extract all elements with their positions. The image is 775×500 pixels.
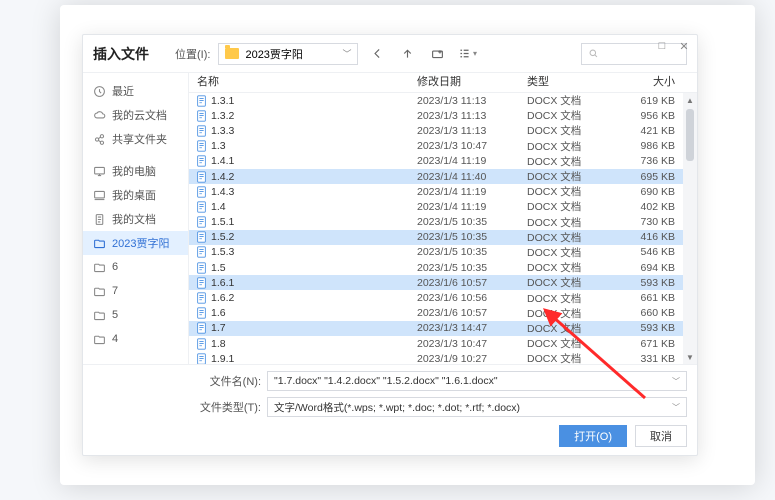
sidebar-item-10[interactable]: 5 (83, 303, 188, 327)
close-icon[interactable]: ✕ (677, 39, 691, 53)
file-row[interactable]: 1.32023/1/3 10:47DOCX 文档986 KB (189, 139, 683, 154)
docx-icon (195, 155, 207, 167)
docx-icon (195, 338, 207, 350)
file-row[interactable]: 1.82023/1/3 10:47DOCX 文档671 KB (189, 336, 683, 351)
scroll-up-icon[interactable]: ▲ (686, 93, 694, 107)
file-row[interactable]: 1.52023/1/5 10:35DOCX 文档694 KB (189, 260, 683, 275)
sidebar: 最近我的云文档共享文件夹我的电脑我的桌面我的文档2023贾字阳6754 (83, 73, 189, 364)
dialog-footer: 文件名(N): "1.7.docx" "1.4.2.docx" "1.5.2.d… (83, 364, 697, 455)
docx-icon (195, 353, 207, 364)
docx-icon (195, 140, 207, 152)
col-name[interactable]: 名称 (189, 73, 417, 92)
sidebar-item-0[interactable]: 最近 (83, 79, 188, 103)
file-row[interactable]: 1.4.12023/1/4 11:19DOCX 文档736 KB (189, 154, 683, 169)
file-row[interactable]: 1.4.22023/1/4 11:40DOCX 文档695 KB (189, 169, 683, 184)
sidebar-item-5[interactable]: 我的桌面 (83, 183, 188, 207)
filename-input[interactable]: "1.7.docx" "1.4.2.docx" "1.5.2.docx" "1.… (267, 371, 687, 391)
desktop-icon (93, 189, 106, 202)
filetype-label: 文件类型(T): (199, 399, 261, 415)
open-button[interactable]: 打开(O) (559, 425, 627, 447)
location-combo[interactable]: 2023贾字阳 ﹀ (218, 43, 358, 65)
file-row[interactable]: 1.3.22023/1/3 11:13DOCX 文档956 KB (189, 108, 683, 123)
docx-icon (195, 171, 207, 183)
scrollbar[interactable]: ▲ ▼ (683, 93, 697, 364)
sidebar-item-9[interactable]: 7 (83, 279, 188, 303)
scroll-down-icon[interactable]: ▼ (686, 350, 694, 364)
sidebar-item-7[interactable]: 2023贾字阳 (83, 231, 188, 255)
location-label: 位置(I): (175, 46, 210, 62)
sidebar-item-1[interactable]: 我的云文档 (83, 103, 188, 127)
file-row[interactable]: 1.4.32023/1/4 11:19DOCX 文档690 KB (189, 184, 683, 199)
file-row[interactable]: 1.5.22023/1/5 10:35DOCX 文档416 KB (189, 230, 683, 245)
chevron-down-icon: ﹀ (672, 402, 680, 413)
monitor-icon (93, 165, 106, 178)
file-row[interactable]: 1.5.32023/1/5 10:35DOCX 文档546 KB (189, 245, 683, 260)
folder-icon (93, 261, 106, 274)
cancel-button[interactable]: 取消 (635, 425, 687, 447)
up-button[interactable] (396, 43, 418, 65)
share-icon (93, 133, 106, 146)
insert-file-dialog: □ ✕ 插入文件 位置(I): 2023贾字阳 ﹀ ▾ 最近我的云文档共享文件夹… (82, 34, 698, 456)
file-row[interactable]: 1.42023/1/4 11:19DOCX 文档402 KB (189, 199, 683, 214)
sidebar-item-8[interactable]: 6 (83, 255, 188, 279)
docx-icon (195, 95, 207, 107)
file-row[interactable]: 1.9.12023/1/9 10:27DOCX 文档331 KB (189, 351, 683, 364)
new-folder-button[interactable] (426, 43, 448, 65)
folder-icon (93, 285, 106, 298)
file-row[interactable]: 1.6.12023/1/6 10:57DOCX 文档593 KB (189, 275, 683, 290)
file-list-area: 名称 修改日期 类型 大小 1.3.12023/1/3 11:13DOCX 文档… (189, 73, 697, 364)
dialog-header: 插入文件 位置(I): 2023贾字阳 ﹀ ▾ (83, 35, 697, 73)
docx-icon (195, 322, 207, 334)
docx-icon (195, 307, 207, 319)
folder-icon (93, 333, 106, 346)
folder-icon (225, 48, 239, 59)
docs-icon (93, 213, 106, 226)
folder-icon (93, 237, 106, 250)
docx-icon (195, 246, 207, 258)
docx-icon (195, 125, 207, 137)
file-row[interactable]: 1.6.22023/1/6 10:56DOCX 文档661 KB (189, 290, 683, 305)
file-row[interactable]: 1.3.12023/1/3 11:13DOCX 文档619 KB (189, 93, 683, 108)
cloud-icon (93, 109, 106, 122)
docx-icon (195, 277, 207, 289)
back-button[interactable] (366, 43, 388, 65)
sidebar-item-2[interactable]: 共享文件夹 (83, 127, 188, 151)
chevron-down-icon: ﹀ (342, 47, 351, 60)
view-mode-button[interactable]: ▾ (456, 43, 478, 65)
file-row[interactable]: 1.62023/1/6 10:57DOCX 文档660 KB (189, 306, 683, 321)
docx-icon (195, 186, 207, 198)
docx-icon (195, 201, 207, 213)
docx-icon (195, 110, 207, 122)
column-headers[interactable]: 名称 修改日期 类型 大小 (189, 73, 697, 93)
clock-icon (93, 85, 106, 98)
sidebar-item-6[interactable]: 我的文档 (83, 207, 188, 231)
sidebar-item-4[interactable]: 我的电脑 (83, 159, 188, 183)
col-size[interactable]: 大小 (613, 73, 683, 92)
docx-icon (195, 262, 207, 274)
file-row[interactable]: 1.72023/1/3 14:47DOCX 文档593 KB (189, 321, 683, 336)
file-row[interactable]: 1.5.12023/1/5 10:35DOCX 文档730 KB (189, 215, 683, 230)
filename-label: 文件名(N): (199, 373, 261, 389)
location-value: 2023贾字阳 (245, 46, 302, 62)
scroll-thumb[interactable] (686, 109, 694, 161)
folder-icon (93, 309, 106, 322)
filetype-combo[interactable]: 文字/Word格式(*.wps; *.wpt; *.doc; *.dot; *.… (267, 397, 687, 417)
sidebar-item-11[interactable]: 4 (83, 327, 188, 351)
docx-icon (195, 216, 207, 228)
file-rows: 1.3.12023/1/3 11:13DOCX 文档619 KB1.3.2202… (189, 93, 683, 364)
docx-icon (195, 292, 207, 304)
file-row[interactable]: 1.3.32023/1/3 11:13DOCX 文档421 KB (189, 123, 683, 138)
dialog-title: 插入文件 (93, 44, 149, 64)
docx-icon (195, 231, 207, 243)
col-date[interactable]: 修改日期 (417, 73, 527, 92)
maximize-icon[interactable]: □ (655, 39, 669, 53)
chevron-down-icon: ﹀ (672, 376, 680, 387)
col-type[interactable]: 类型 (527, 73, 613, 92)
